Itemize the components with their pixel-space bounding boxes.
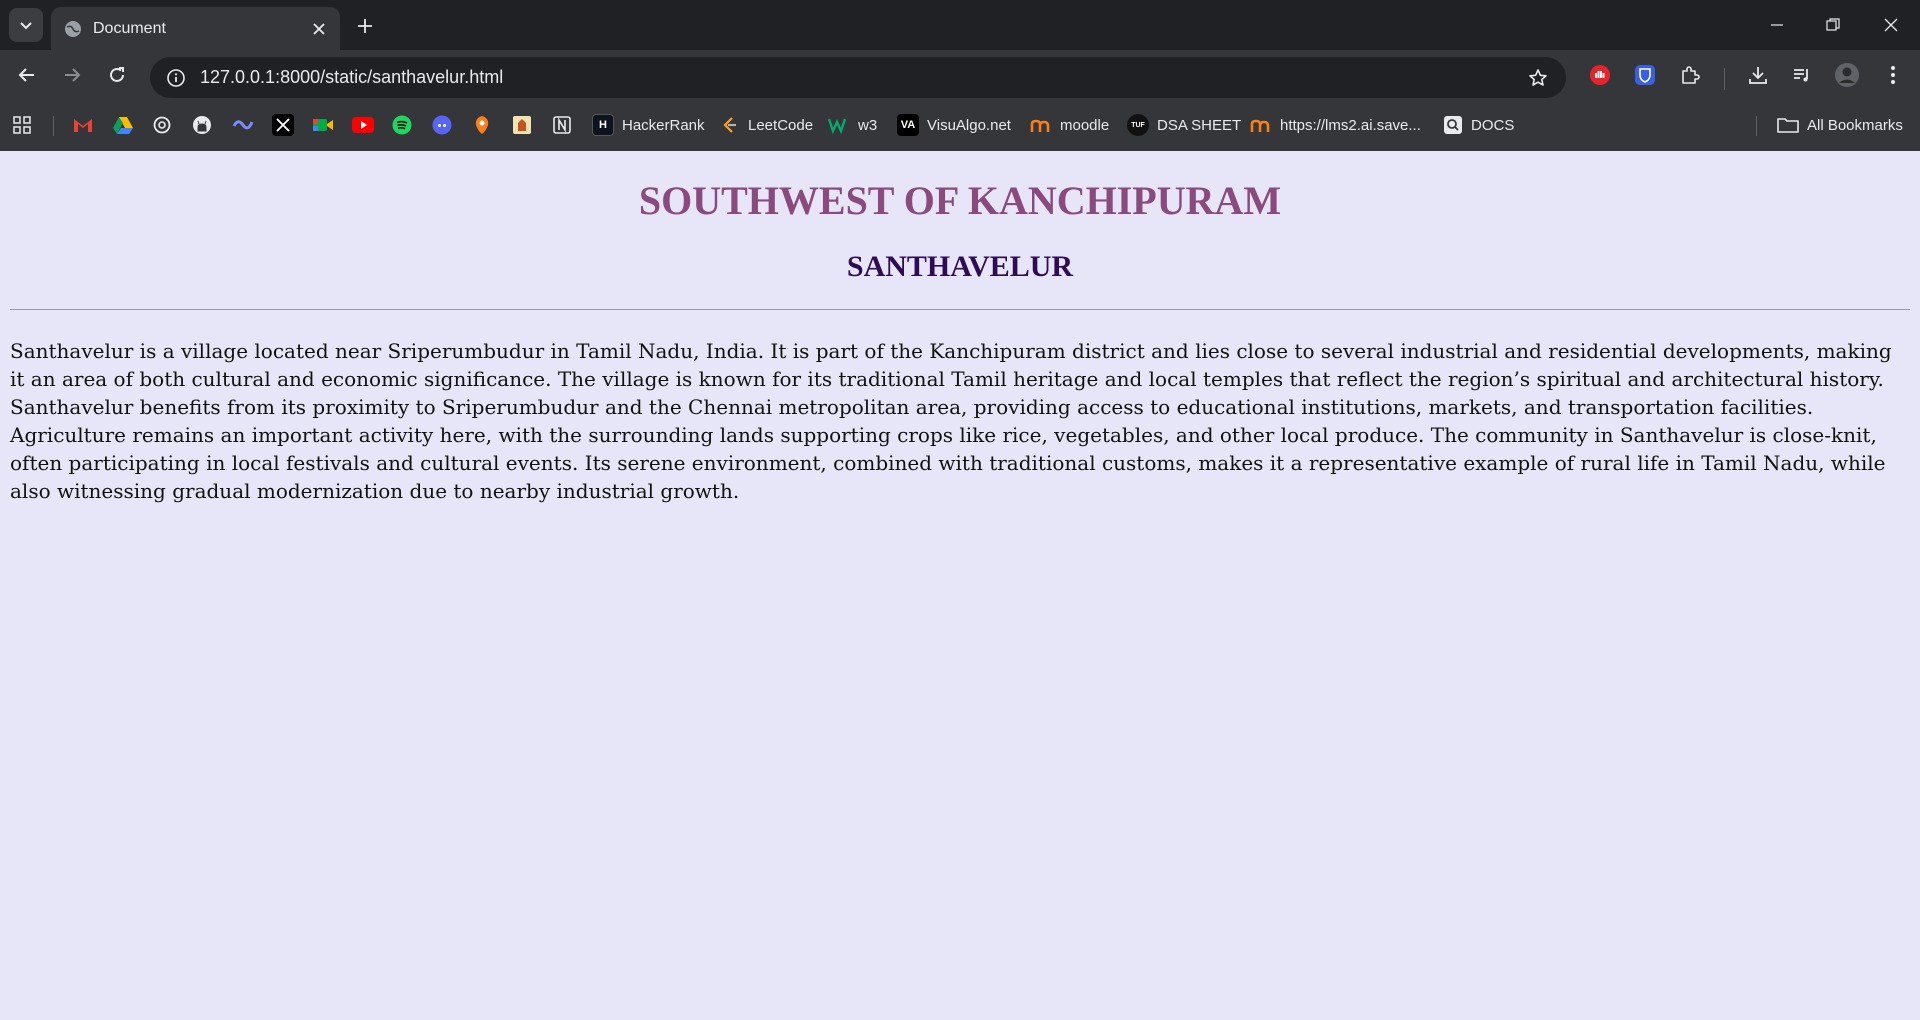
bookmark-drive[interactable] [112,110,134,140]
emblem-icon [513,116,531,134]
plus-icon [358,19,372,33]
minimize-icon [1771,24,1783,26]
all-bookmarks-label: All Bookmarks [1807,116,1903,134]
bookmark-chatgpt[interactable] [152,110,172,140]
tab-strip: Document [0,0,1920,50]
bookmark-notion[interactable] [552,110,572,140]
bookmark-star-icon[interactable] [1518,57,1558,98]
browser-chrome: Document 127.0.0.1:8000/static/santhavel… [0,0,1920,151]
bookmark-codeium[interactable] [232,110,254,140]
media-control-icon[interactable] [1785,58,1819,92]
bookmark-w3[interactable]: w3 [828,110,877,140]
bookmark-label: moodle [1060,116,1110,134]
site-info-icon[interactable] [156,57,196,98]
close-window-button[interactable] [1871,8,1911,42]
divider [10,309,1910,310]
bookmark-spotify[interactable] [392,110,412,140]
codeium-icon [232,120,254,130]
discord-icon [432,115,452,135]
bookmark-label: DOCS [1471,116,1515,134]
address-bar[interactable]: 127.0.0.1:8000/static/santhavelur.html [150,57,1566,98]
new-tab-button[interactable] [350,11,380,41]
notion-icon [553,116,571,134]
bookmark-swiggy[interactable] [472,110,492,140]
youtube-icon [352,117,374,133]
drive-icon [113,117,133,134]
gmail-icon [74,119,92,132]
bookmark-label: LeetCode [748,116,814,134]
reload-button[interactable] [100,58,134,92]
bookmark-discord[interactable] [432,110,452,140]
bookmarks-bar: H HackerRank LeetCode w3 VA VisuAlgo.net… [0,100,1920,151]
profile-avatar[interactable] [1830,58,1864,92]
extensions-puzzle-icon[interactable] [1673,58,1707,92]
toolbar-separator [1724,68,1725,90]
tab-active[interactable]: Document [51,7,340,50]
arrow-right-icon [65,68,81,82]
github-icon [193,116,211,134]
tab-title: Document [93,19,166,37]
reload-icon [110,67,124,82]
bookmark-docs[interactable]: DOCS [1443,110,1514,140]
page-subheading: SANTHAVELUR [846,250,1074,283]
bookmark-dsa-sheet[interactable]: TUF DSA SHEET [1127,110,1241,140]
bookmarks-separator [53,116,54,136]
swiggy-icon [475,116,489,134]
close-icon [313,22,325,35]
url-text[interactable]: 127.0.0.1:8000/static/santhavelur.html [200,67,1518,88]
restore-icon [1826,18,1840,31]
bookmark-meet[interactable] [312,110,334,140]
w3schools-icon [828,118,847,134]
bookmark-label: VisuAlgo.net [927,116,1011,134]
bookmark-x[interactable] [272,110,294,140]
body-paragraph: Santhavelur is a village located near Sr… [10,339,1892,503]
folder-icon [1777,118,1799,133]
moodle-icon [1250,119,1270,132]
bookmark-github[interactable] [192,110,212,140]
moodle-icon [1030,119,1050,132]
forward-button[interactable] [55,58,89,92]
bookmark-gov[interactable] [512,110,532,140]
bitwarden-extension-icon[interactable] [1628,58,1662,92]
tuf-icon: TUF [1127,114,1149,136]
bookmark-moodle[interactable]: moodle [1030,110,1109,140]
chatgpt-icon [153,116,171,134]
x-icon [272,114,294,136]
bookmark-label: HackerRank [622,116,705,134]
bookmark-lms[interactable]: https://lms2.ai.save... [1250,110,1421,140]
bookmark-leetcode[interactable]: LeetCode [720,110,813,140]
hackerrank-icon: H [592,114,614,136]
download-icon[interactable] [1741,58,1775,92]
bookmark-label: DSA SHEET [1157,116,1242,134]
bookmark-youtube[interactable] [352,110,374,140]
tab-search-button[interactable] [9,8,43,42]
arrow-left-icon [18,68,34,82]
visualgo-icon: VA [897,114,919,136]
docs-search-icon [1444,116,1462,134]
bookmark-gmail[interactable] [72,110,94,140]
page-heading: SOUTHWEST OF KANCHIPURAM [638,178,1282,223]
page-content: SOUTHWEST OF KANCHIPURAM SANTHAVELUR San… [0,151,1920,1020]
spotify-icon [392,115,412,135]
toolbar: 127.0.0.1:8000/static/santhavelur.html [0,50,1920,100]
leetcode-icon [723,117,736,133]
close-icon [1884,18,1898,32]
tab-close-button[interactable] [306,16,332,42]
bookmark-visualgo[interactable]: VA VisuAlgo.net [897,110,1011,140]
kebab-menu-icon[interactable] [1876,58,1910,92]
bookmark-label: https://lms2.ai.save... [1280,116,1421,134]
bookmarks-separator [1756,116,1757,136]
bookmark-hackerrank[interactable]: H HackerRank [592,110,705,140]
bookmark-label: w3 [858,116,878,134]
adblock-extension-icon[interactable] [1583,58,1617,92]
globe-icon [63,19,83,39]
meet-icon [313,119,333,131]
minimize-button[interactable] [1757,8,1797,42]
restore-button[interactable] [1813,8,1853,42]
chevron-down-icon [20,22,32,30]
back-button[interactable] [10,58,44,92]
apps-icon[interactable] [12,110,32,140]
all-bookmarks-button[interactable]: All Bookmarks [1777,110,1903,140]
